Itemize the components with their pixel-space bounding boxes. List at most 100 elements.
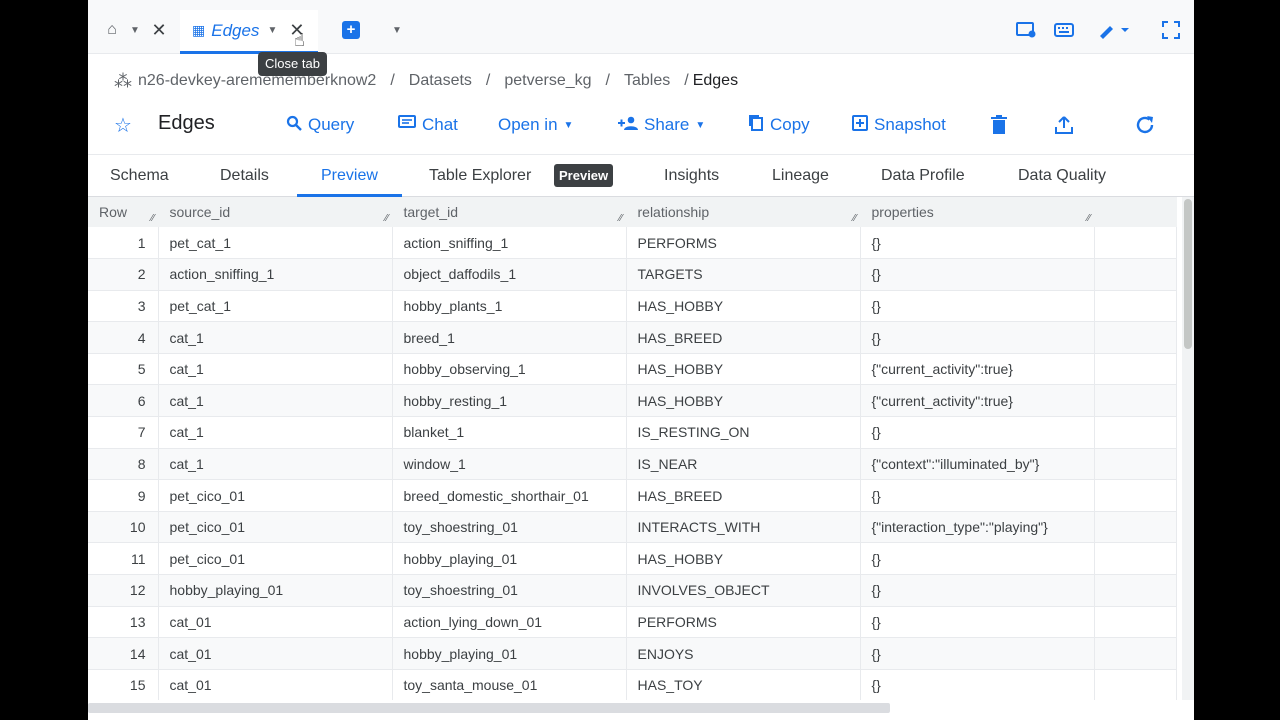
- properties-cell[interactable]: {"context":"illuminated_by"}: [860, 448, 1095, 481]
- properties-cell[interactable]: {}: [860, 574, 1095, 607]
- properties-cell[interactable]: {"interaction_type":"playing"}: [860, 511, 1095, 544]
- target-id-cell[interactable]: toy_santa_mouse_01: [392, 669, 627, 700]
- target-id-cell[interactable]: hobby_resting_1: [392, 384, 627, 418]
- relationship-cell[interactable]: HAS_TOY: [626, 669, 861, 700]
- table-row[interactable]: 11 pet_cico_01 hobby_playing_01 HAS_HOBBY{}: [88, 542, 1177, 576]
- scrollbar-thumb[interactable]: [1184, 199, 1192, 349]
- row-number-cell[interactable]: 3: [88, 290, 159, 323]
- resize-handle-icon[interactable]: ⁄⁄: [619, 213, 622, 224]
- target-id-cell[interactable]: breed_1: [392, 321, 627, 354]
- table-row[interactable]: 1 pet_cat_1 action_sniffing_1 PERFORMS{}: [88, 227, 1177, 260]
- tab-preview[interactable]: Preview: [297, 155, 402, 197]
- row-number-cell[interactable]: 12: [88, 574, 159, 607]
- source-id-cell[interactable]: cat_1: [158, 384, 393, 418]
- share-button[interactable]: Share ▼: [618, 112, 705, 138]
- table-row[interactable]: 8 cat_1 window_1 IS_NEAR {"context":"illumin…: [88, 448, 1177, 481]
- tab-lineage[interactable]: Lineage: [772, 155, 829, 197]
- star-icon[interactable]: ☆: [114, 112, 132, 138]
- source-id-cell[interactable]: action_sniffing_1: [158, 258, 393, 291]
- target-id-cell[interactable]: blanket_1: [392, 416, 627, 449]
- table-row[interactable]: 13 cat_01 action_lying_down_01 PERFORMS{}: [88, 606, 1177, 639]
- table-row[interactable]: 3 pet_cat_1 hobby_plants_1 HAS_HOBBY{}: [88, 290, 1177, 323]
- row-number-cell[interactable]: 10: [88, 511, 159, 544]
- relationship-cell[interactable]: INVOLVES_OBJECT: [626, 574, 861, 607]
- tab-insights[interactable]: Insights: [664, 155, 719, 197]
- row-number-cell[interactable]: 6: [88, 384, 159, 418]
- source-id-cell[interactable]: cat_01: [158, 637, 393, 670]
- properties-cell[interactable]: {}: [860, 416, 1095, 449]
- target-id-cell[interactable]: toy_shoestring_01: [392, 574, 627, 607]
- source-id-cell[interactable]: cat_1: [158, 321, 393, 354]
- row-number-cell[interactable]: 8: [88, 448, 159, 481]
- source-id-cell[interactable]: cat_01: [158, 606, 393, 639]
- relationship-cell[interactable]: PERFORMS: [626, 606, 861, 639]
- properties-cell[interactable]: {}: [860, 290, 1095, 323]
- relationship-cell[interactable]: IS_NEAR: [626, 448, 861, 481]
- tab-data-quality[interactable]: Data Quality: [1018, 155, 1106, 197]
- home-icon[interactable]: ⌂: [102, 16, 122, 44]
- properties-cell[interactable]: {"current_activity":true}: [860, 353, 1095, 386]
- row-number-cell[interactable]: 14: [88, 637, 159, 670]
- source-id-cell[interactable]: cat_1: [158, 353, 393, 386]
- table-row[interactable]: 4 cat_1 breed_1 HAS_BREED{}: [88, 321, 1177, 354]
- table-row[interactable]: 14 cat_01 hobby_playing_01 ENJOYS{}: [88, 637, 1177, 670]
- table-row[interactable]: 10 pet_cico_01 toy_shoestring_01 INTERACTS_…: [88, 511, 1177, 544]
- resize-handle-icon[interactable]: ⁄⁄: [151, 213, 154, 224]
- source-id-cell[interactable]: pet_cat_1: [158, 227, 393, 260]
- row-number-cell[interactable]: 5: [88, 353, 159, 386]
- source-id-cell[interactable]: cat_1: [158, 448, 393, 481]
- resize-handle-icon[interactable]: ⁄⁄: [1087, 213, 1090, 224]
- relationship-cell[interactable]: IS_RESTING_ON: [626, 416, 861, 449]
- tab-details[interactable]: Details: [220, 155, 269, 197]
- properties-cell[interactable]: {}: [860, 258, 1095, 291]
- target-id-cell[interactable]: hobby_plants_1: [392, 290, 627, 323]
- properties-cell[interactable]: {}: [860, 606, 1095, 639]
- target-id-cell[interactable]: hobby_playing_01: [392, 637, 627, 670]
- row-number-cell[interactable]: 15: [88, 669, 159, 700]
- target-id-cell[interactable]: breed_domestic_shorthair_01: [392, 479, 627, 512]
- close-icon[interactable]: ✕: [150, 16, 168, 44]
- relationship-cell[interactable]: HAS_HOBBY: [626, 290, 861, 323]
- row-number-cell[interactable]: 4: [88, 321, 159, 354]
- breadcrumb-datasets[interactable]: Datasets: [409, 72, 472, 90]
- breadcrumb-dataset[interactable]: petverse_kg: [504, 72, 591, 90]
- open-in-button[interactable]: Open in ▼: [498, 112, 573, 138]
- column-header-target-id[interactable]: target_id ⁄⁄: [392, 197, 627, 227]
- keyboard-icon[interactable]: [1052, 16, 1076, 44]
- vertical-scrollbar[interactable]: [1182, 197, 1194, 700]
- table-row[interactable]: 7 cat_1 blanket_1 IS_RESTING_ON{}: [88, 416, 1177, 449]
- relationship-cell[interactable]: ENJOYS: [626, 637, 861, 670]
- relationship-cell[interactable]: TARGETS: [626, 258, 861, 291]
- properties-cell[interactable]: {}: [860, 669, 1095, 700]
- snapshot-button[interactable]: Snapshot: [852, 112, 946, 138]
- row-number-cell[interactable]: 2: [88, 258, 159, 291]
- properties-cell[interactable]: {}: [860, 637, 1095, 670]
- properties-cell[interactable]: {}: [860, 321, 1095, 354]
- target-id-cell[interactable]: window_1: [392, 448, 627, 481]
- properties-cell[interactable]: {}: [860, 542, 1095, 576]
- home-caret-icon[interactable]: ▼: [128, 16, 142, 44]
- tab-data-profile[interactable]: Data Profile: [881, 155, 965, 197]
- source-id-cell[interactable]: pet_cat_1: [158, 290, 393, 323]
- table-row[interactable]: 2 action_sniffing_1 object_daffodils_1 TARG…: [88, 258, 1177, 291]
- relationship-cell[interactable]: HAS_BREED: [626, 479, 861, 512]
- fullscreen-icon[interactable]: [1160, 16, 1182, 44]
- relationship-cell[interactable]: HAS_HOBBY: [626, 353, 861, 386]
- row-number-cell[interactable]: 7: [88, 416, 159, 449]
- horizontal-scrollbar[interactable]: [88, 700, 1194, 720]
- properties-cell[interactable]: {"current_activity":true}: [860, 384, 1095, 418]
- delete-icon[interactable]: [990, 112, 1008, 138]
- relationship-cell[interactable]: PERFORMS: [626, 227, 861, 260]
- source-id-cell[interactable]: pet_cico_01: [158, 479, 393, 512]
- resize-handle-icon[interactable]: ⁄⁄: [385, 213, 388, 224]
- tab-table-explorer[interactable]: Table Explorer: [429, 155, 531, 197]
- source-id-cell[interactable]: hobby_playing_01: [158, 574, 393, 607]
- relationship-cell[interactable]: HAS_HOBBY: [626, 384, 861, 418]
- table-row[interactable]: 12 hobby_playing_01 toy_shoestring_01 INVOL…: [88, 574, 1177, 607]
- table-row[interactable]: 6 cat_1 hobby_resting_1 HAS_HOBBY {"current_…: [88, 384, 1177, 418]
- chat-button[interactable]: Chat: [398, 112, 458, 138]
- target-id-cell[interactable]: object_daffodils_1: [392, 258, 627, 291]
- copy-button[interactable]: Copy: [748, 112, 810, 138]
- monitor-icon[interactable]: [1014, 16, 1038, 44]
- relationship-cell[interactable]: INTERACTS_WITH: [626, 511, 861, 544]
